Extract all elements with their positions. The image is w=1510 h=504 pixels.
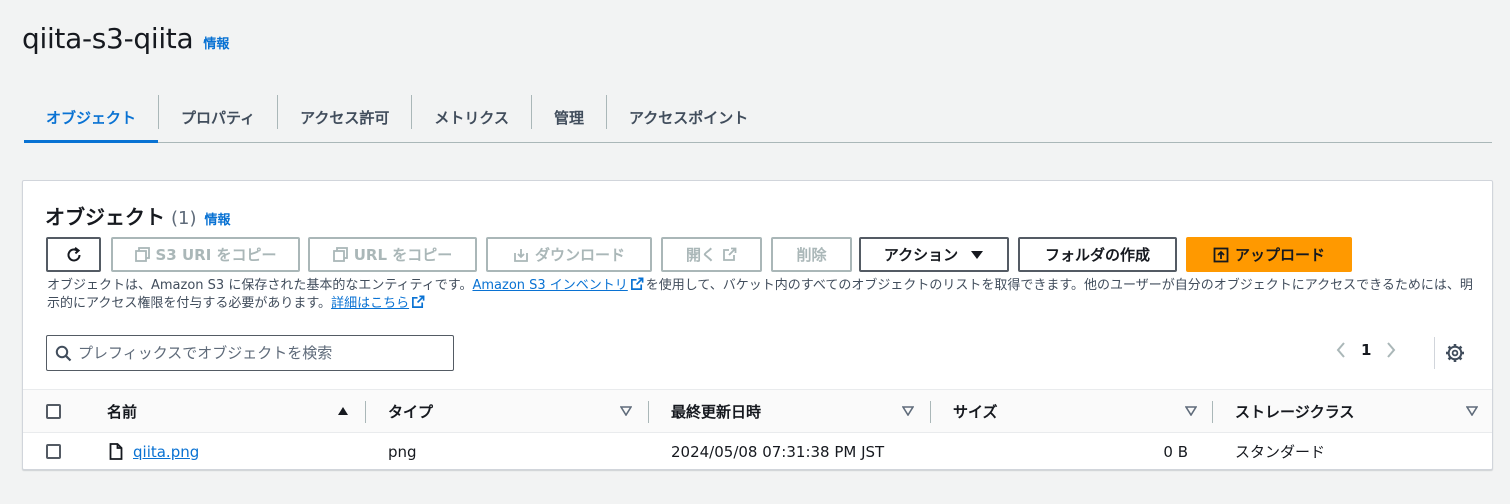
- copy-icon: [134, 247, 150, 262]
- download-label: ダウンロード: [534, 246, 625, 264]
- row-checkbox[interactable]: [46, 444, 61, 459]
- refresh-icon: [67, 246, 80, 261]
- pagination-divider: [1434, 337, 1435, 369]
- upload-icon: [1213, 247, 1229, 262]
- object-name-link[interactable]: qiita.png: [133, 443, 199, 461]
- download-button[interactable]: ダウンロード: [486, 237, 652, 272]
- delete-button[interactable]: 削除: [771, 237, 852, 272]
- type-cell: png: [388, 442, 417, 461]
- tab-access-points[interactable]: アクセスポイント: [607, 92, 770, 142]
- column-header-modified[interactable]: 最終更新日時: [671, 390, 761, 432]
- copy-url-label: URL をコピー: [353, 246, 453, 264]
- create-folder-label: フォルダの作成: [1044, 246, 1150, 264]
- copy-url-button[interactable]: URL をコピー: [308, 237, 477, 272]
- panel-info-link[interactable]: 情報: [205, 209, 231, 228]
- column-header-size[interactable]: サイズ: [953, 390, 998, 432]
- size-cell: 0 B: [1163, 442, 1188, 461]
- select-all-cell: [46, 390, 61, 432]
- modified-cell: 2024/05/08 07:31:38 PM JST: [671, 442, 885, 461]
- search-field[interactable]: [46, 335, 454, 371]
- page-title: qiita-s3-qiita: [22, 22, 194, 55]
- sort-icon[interactable]: [1185, 390, 1197, 432]
- actions-dropdown[interactable]: アクション: [859, 237, 1009, 272]
- copy-icon: [332, 247, 348, 262]
- external-link-icon: [723, 247, 737, 261]
- name-cell: qiita.png: [109, 433, 199, 470]
- object-count: (1): [171, 208, 197, 229]
- learn-more-link[interactable]: 詳細はこちら: [331, 296, 409, 311]
- tab-objects[interactable]: オブジェクト: [24, 92, 159, 143]
- external-link-icon: [412, 295, 425, 308]
- chevron-right-icon[interactable]: [1385, 341, 1397, 359]
- sort-icon[interactable]: [1466, 390, 1478, 432]
- search-icon: [55, 345, 72, 361]
- open-button[interactable]: 開く: [661, 237, 762, 272]
- select-all-checkbox[interactable]: [46, 403, 61, 419]
- description-text: オブジェクトは、Amazon S3 に保存された基本的なエンティティです。: [47, 278, 473, 293]
- tab-bar: オブジェクト プロパティ アクセス許可 メトリクス 管理 アクセスポイント: [24, 92, 1492, 143]
- copy-s3-uri-label: S3 URI をコピー: [155, 246, 277, 264]
- panel-header: オブジェクト (1) 情報: [45, 201, 231, 230]
- panel-description: オブジェクトは、Amazon S3 に保存された基本的なエンティティです。Ama…: [47, 277, 1477, 313]
- column-divider[interactable]: [648, 401, 649, 423]
- sort-ascending-icon[interactable]: [337, 390, 349, 432]
- copy-s3-uri-button[interactable]: S3 URI をコピー: [111, 237, 300, 272]
- file-icon: [109, 443, 123, 460]
- tab-management[interactable]: 管理: [532, 92, 606, 142]
- table-header: 名前 タイプ 最終更新日時 サイズ ストレージクラス: [23, 389, 1492, 433]
- table-row[interactable]: qiita.png png 2024/05/08 07:31:38 PM JST…: [23, 433, 1492, 470]
- search-input[interactable]: [78, 344, 438, 362]
- delete-label: 削除: [796, 246, 827, 264]
- download-icon: [514, 248, 528, 262]
- tab-metrics[interactable]: メトリクス: [412, 92, 531, 142]
- caret-down-icon: [971, 250, 984, 259]
- objects-panel: オブジェクト (1) 情報 S3 URI をコピー URL をコピー ダウンロー…: [22, 180, 1493, 470]
- chevron-left-icon[interactable]: [1335, 341, 1347, 359]
- sort-icon[interactable]: [902, 390, 914, 432]
- open-label: 開く: [685, 246, 716, 264]
- storage-class-cell: スタンダード: [1235, 443, 1326, 461]
- objects-table: 名前 タイプ 最終更新日時 サイズ ストレージクラス qiita.png png…: [23, 389, 1492, 470]
- inventory-link[interactable]: Amazon S3 インベントリ: [472, 278, 627, 293]
- external-link-icon: [630, 277, 644, 290]
- row-select-cell: [46, 433, 61, 470]
- gear-icon[interactable]: [1445, 343, 1465, 363]
- column-divider[interactable]: [930, 401, 931, 423]
- sort-icon[interactable]: [620, 390, 632, 432]
- create-folder-button[interactable]: フォルダの作成: [1018, 237, 1177, 272]
- column-divider[interactable]: [365, 401, 366, 423]
- upload-button[interactable]: アップロード: [1186, 237, 1352, 272]
- panel-title: オブジェクト: [45, 205, 165, 229]
- page-header: qiita-s3-qiita 情報: [22, 22, 229, 55]
- pagination: 1: [1335, 341, 1397, 359]
- tab-permissions[interactable]: アクセス許可: [278, 92, 411, 142]
- info-link[interactable]: 情報: [203, 33, 229, 52]
- column-header-name[interactable]: 名前: [107, 390, 137, 432]
- upload-label: アップロード: [1234, 246, 1325, 264]
- column-header-storage-class[interactable]: ストレージクラス: [1235, 390, 1354, 432]
- refresh-button[interactable]: [46, 237, 101, 272]
- actions-label: アクション: [883, 246, 959, 264]
- column-divider[interactable]: [1212, 401, 1213, 423]
- tab-properties[interactable]: プロパティ: [159, 92, 277, 142]
- column-header-type[interactable]: タイプ: [388, 390, 433, 432]
- page-number[interactable]: 1: [1361, 341, 1371, 359]
